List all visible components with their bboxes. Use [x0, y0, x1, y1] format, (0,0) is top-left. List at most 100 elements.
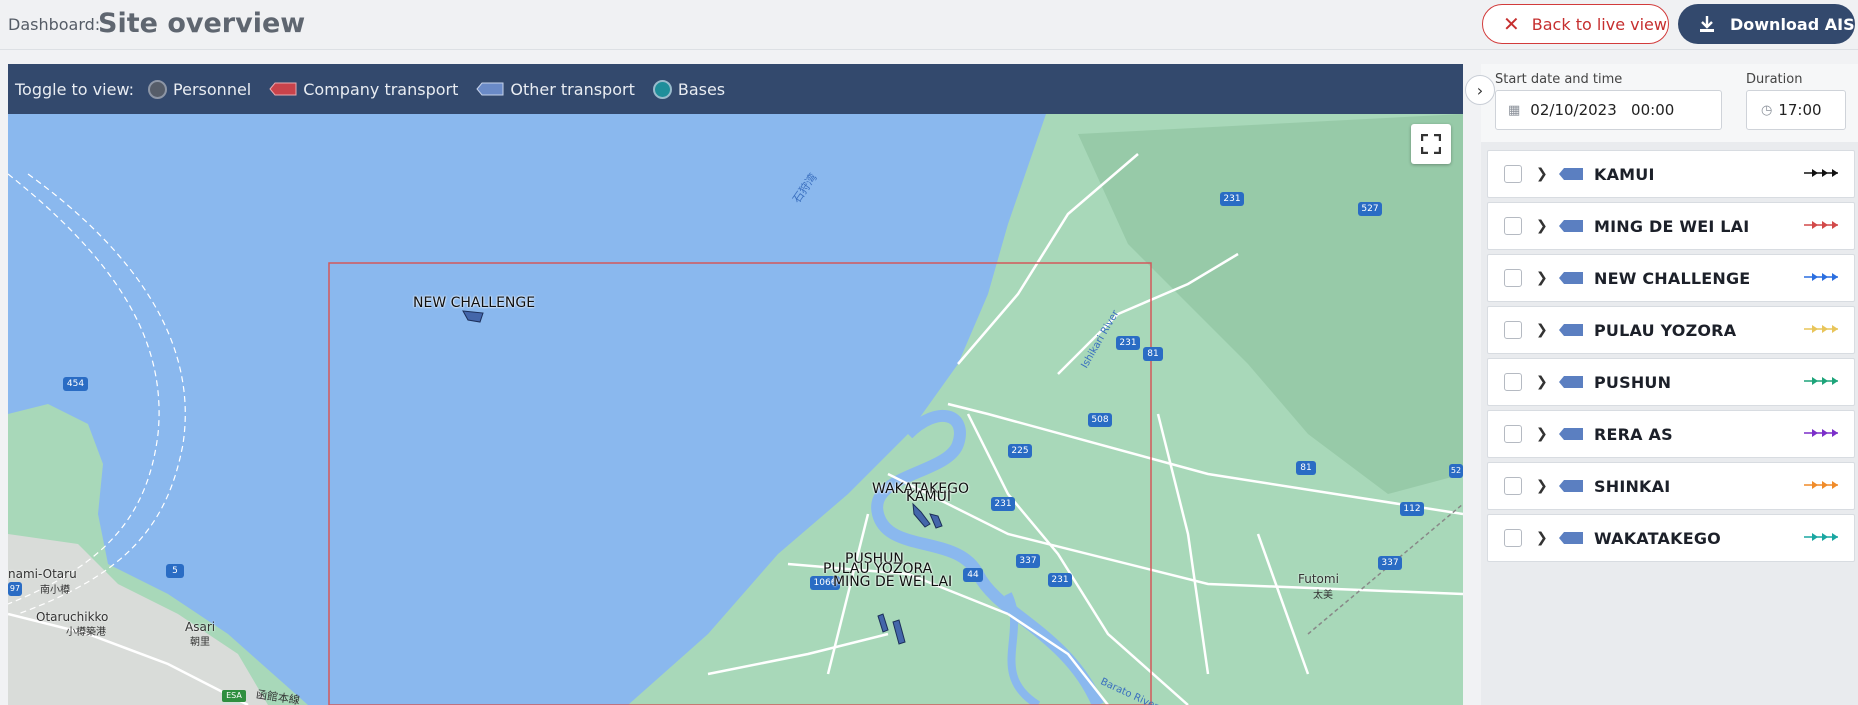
toggle-personnel[interactable]: Personnel	[148, 79, 252, 99]
chevron-right-icon[interactable]: ❯	[1536, 478, 1548, 494]
duration-input[interactable]: ◷ 17:00	[1746, 90, 1846, 130]
route-shield: 81	[1143, 347, 1163, 361]
vessel-icon	[1559, 272, 1583, 284]
vessel-row[interactable]: ❯ KAMUI	[1487, 150, 1855, 198]
track-arrows-icon	[1804, 533, 1838, 541]
vessel-label-ming-de-wei-lai[interactable]: MING DE WEI LAI	[833, 574, 952, 590]
route-shield: 97	[8, 582, 22, 596]
vessel-checkbox[interactable]	[1504, 373, 1522, 391]
vessel-name: NEW CHALLENGE	[1594, 268, 1751, 288]
vessel-name: KAMUI	[1594, 164, 1655, 184]
chevron-right-icon[interactable]: ❯	[1536, 530, 1548, 546]
map-base-layer	[8, 114, 1463, 705]
vessel-row[interactable]: ❯ MING DE WEI LAI	[1487, 202, 1855, 250]
start-date-input[interactable]: ▦ 02/10/2023 00:00	[1495, 90, 1722, 130]
vessel-name: PUSHUN	[1594, 372, 1672, 392]
vessel-label-kamui[interactable]: KAMUI	[906, 489, 951, 505]
route-shield: ESA	[222, 690, 246, 702]
vessel-list: ❯ KAMUI ❯ MING DE WEI LAI ❯ NEW CHALLENG…	[1487, 150, 1855, 566]
chevron-right-icon[interactable]: ❯	[1536, 426, 1548, 442]
start-date-value: 02/10/2023 00:00	[1530, 101, 1675, 119]
chevron-right-icon: ›	[1476, 80, 1484, 100]
download-icon	[1700, 16, 1714, 32]
place-label-sub: 太美	[1313, 590, 1333, 601]
vessel-name: RERA AS	[1594, 424, 1673, 444]
vessel-new-challenge	[462, 310, 484, 323]
duration-label: Duration	[1746, 72, 1803, 87]
vessel-icon	[1559, 480, 1583, 492]
map-section: Toggle to view: Personnel Company transp…	[8, 64, 1463, 705]
chevron-right-icon[interactable]: ❯	[1536, 270, 1548, 286]
vessel-checkbox[interactable]	[1504, 425, 1522, 443]
vessel-panel: Start date and time ▦ 02/10/2023 00:00 D…	[1481, 64, 1858, 705]
route-shield: 225	[1008, 444, 1032, 458]
vessel-name: PULAU YOZORA	[1594, 320, 1737, 340]
vessel-checkbox[interactable]	[1504, 217, 1522, 235]
toggle-company-transport[interactable]: Company transport	[269, 80, 458, 99]
vessel-icon	[1559, 428, 1583, 440]
place-label-sub: 朝里	[190, 637, 210, 648]
vessel-icon	[1559, 324, 1583, 336]
place-label: Asari	[185, 620, 216, 634]
page-title: Site overview	[98, 8, 306, 39]
download-button-label: Download AIS	[1730, 14, 1855, 34]
vessel-icon	[1559, 532, 1583, 544]
vessel-checkbox[interactable]	[1504, 165, 1522, 183]
layer-toggle-bar: Toggle to view: Personnel Company transp…	[8, 64, 1463, 114]
close-icon: ✕	[1503, 12, 1520, 36]
download-ais-button[interactable]: Download AIS	[1678, 4, 1855, 44]
vessel-row[interactable]: ❯ PUSHUN	[1487, 358, 1855, 406]
track-arrows-icon	[1804, 221, 1838, 229]
vessel-row[interactable]: ❯ WAKATAKEGO	[1487, 514, 1855, 562]
vessel-checkbox[interactable]	[1504, 477, 1522, 495]
track-arrows-icon	[1804, 481, 1838, 489]
route-shield: 231	[1116, 336, 1140, 350]
place-label: nami-Otaru	[8, 567, 77, 581]
back-button-label: Back to live view	[1531, 14, 1667, 34]
map-canvas[interactable]: 454 231 527 231 81 508 225 81 231 112 33…	[8, 114, 1463, 705]
vessel-name: WAKATAKEGO	[1594, 528, 1721, 548]
vessel-checkbox[interactable]	[1504, 269, 1522, 287]
route-shield: 112	[1400, 502, 1424, 516]
track-arrows-icon	[1804, 377, 1838, 385]
vessel-row[interactable]: ❯ RERA AS	[1487, 410, 1855, 458]
route-shield: 337	[1378, 556, 1402, 570]
toggle-bases[interactable]: Bases	[652, 79, 725, 99]
route-shield: 81	[1296, 461, 1316, 475]
vessel-icon	[1559, 376, 1583, 388]
place-label: Futomi	[1298, 572, 1339, 586]
clock-icon: ◷	[1761, 102, 1773, 118]
fullscreen-icon	[1421, 134, 1441, 154]
toggle-other-transport[interactable]: Other transport	[476, 80, 635, 99]
vessel-row[interactable]: ❯ SHINKAI	[1487, 462, 1855, 510]
route-shield: 231	[1220, 192, 1244, 206]
vessel-name: SHINKAI	[1594, 476, 1671, 496]
route-shield: 508	[1088, 413, 1112, 427]
route-shield: 44	[963, 568, 983, 582]
chevron-right-icon[interactable]: ❯	[1536, 374, 1548, 390]
track-arrows-icon	[1804, 325, 1838, 333]
vessel-row[interactable]: ❯ NEW CHALLENGE	[1487, 254, 1855, 302]
collapse-panel-button[interactable]: ›	[1465, 75, 1495, 105]
calendar-icon: ▦	[1508, 102, 1521, 118]
chevron-right-icon[interactable]: ❯	[1536, 322, 1548, 338]
route-shield: 231	[1048, 573, 1072, 587]
route-shield: 337	[1016, 554, 1040, 568]
back-to-live-view-button[interactable]: ✕ Back to live view	[1482, 4, 1669, 44]
route-shield: 52	[1449, 464, 1463, 478]
vessel-label-new-challenge[interactable]: NEW CHALLENGE	[413, 295, 535, 311]
vessel-checkbox[interactable]	[1504, 321, 1522, 339]
vessel-row[interactable]: ❯ PULAU YOZORA	[1487, 306, 1855, 354]
toggle-label: Personnel	[173, 79, 252, 99]
place-label-sub: 小樽築港	[66, 627, 106, 638]
fullscreen-button[interactable]	[1411, 124, 1451, 164]
duration-value: 17:00	[1778, 101, 1822, 119]
vessel-icon	[1559, 220, 1583, 232]
breadcrumb: Dashboard:	[8, 15, 101, 34]
company-transport-icon	[269, 82, 297, 96]
chevron-right-icon[interactable]: ❯	[1536, 166, 1548, 182]
track-arrows-icon	[1804, 273, 1838, 281]
chevron-right-icon[interactable]: ❯	[1536, 218, 1548, 234]
track-arrows-icon	[1804, 169, 1838, 177]
vessel-checkbox[interactable]	[1504, 529, 1522, 547]
